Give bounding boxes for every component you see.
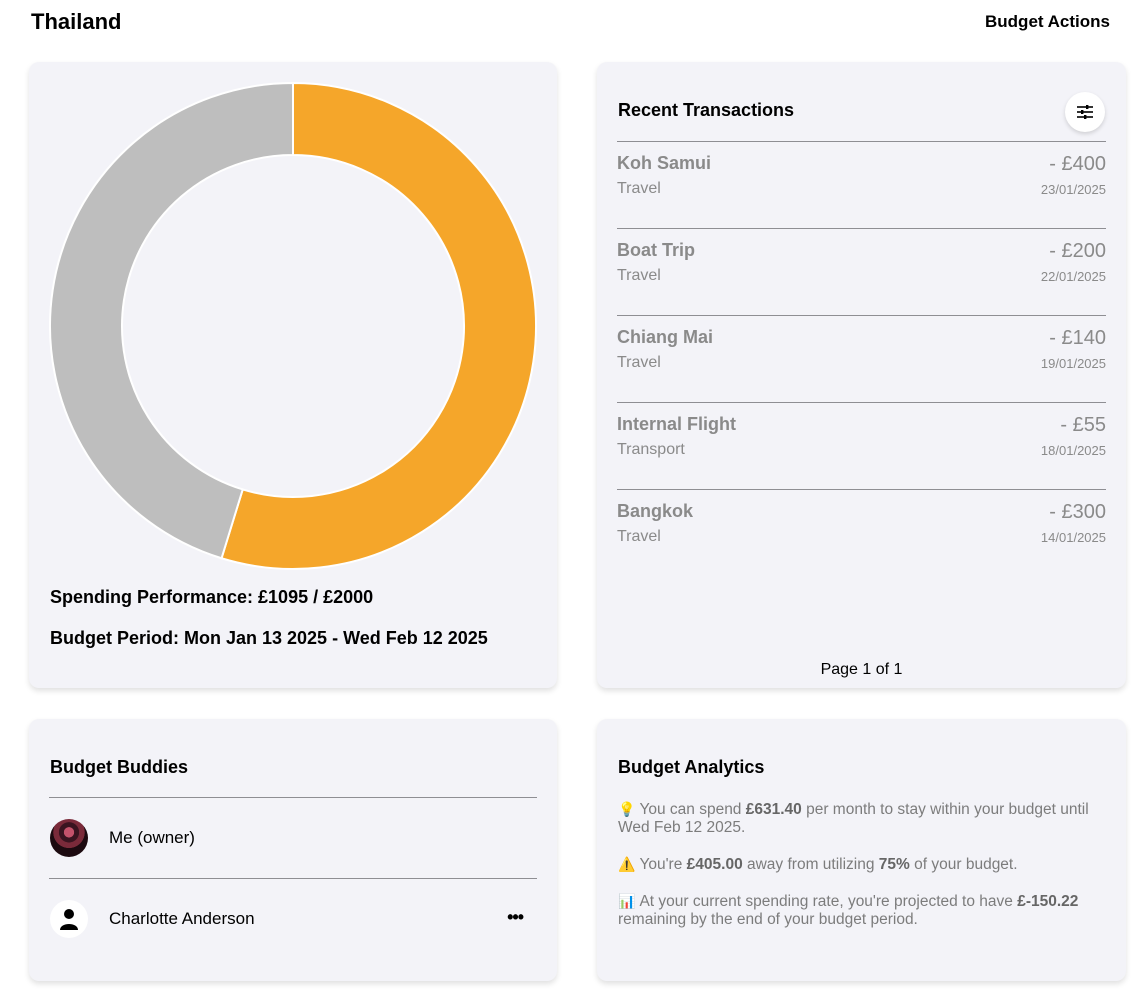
spending-card: Spending Performance: £1095 / £2000 Budg… (29, 62, 557, 688)
spending-donut-chart (49, 82, 537, 570)
transaction-name: Koh Samui (617, 153, 712, 173)
transaction-amount: - £200 (1049, 240, 1106, 262)
transaction-amount: - £55 (1060, 414, 1106, 436)
transaction-amount: - £400 (1049, 153, 1106, 175)
transaction-category: Travel (617, 354, 661, 371)
transaction-name: Chiang Mai (617, 327, 714, 347)
warning-icon: ⚠️ (618, 856, 636, 872)
buddies-card: Budget Buddies Me (owner) Charlotte Ande… (29, 719, 557, 981)
transaction-category: Travel (617, 180, 661, 197)
transaction-name: Bangkok (617, 501, 694, 521)
transaction-row[interactable]: Chiang Mai Travel - £140 19/01/2025 (617, 315, 1106, 402)
transaction-category: Travel (617, 267, 661, 284)
transactions-title: Recent Transactions (618, 100, 795, 120)
pagination-label: Page 1 of 1 (820, 661, 903, 678)
transaction-row[interactable]: Koh Samui Travel - £400 23/01/2025 (617, 141, 1106, 228)
analytics-title: Budget Analytics (618, 757, 765, 777)
buddies-title: Budget Buddies (50, 757, 188, 777)
transaction-date: 22/01/2025 (1040, 269, 1106, 284)
person-icon (60, 909, 78, 930)
transaction-amount: - £140 (1049, 327, 1106, 349)
buddy-row[interactable]: Charlotte Anderson ••• (49, 878, 537, 959)
remaining-slice[interactable] (49, 82, 294, 560)
transaction-date: 18/01/2025 (1040, 443, 1106, 458)
spending-performance: Spending Performance: £1095 / £2000 (50, 587, 374, 607)
transaction-row[interactable]: Internal Flight Transport - £55 18/01/20… (617, 402, 1106, 489)
avatar (50, 819, 88, 857)
budget-actions-button[interactable]: Budget Actions (985, 12, 1110, 32)
transaction-list: Koh Samui Travel - £400 23/01/2025 Boat … (617, 141, 1106, 576)
buddy-list: Me (owner) Charlotte Anderson ••• (49, 797, 537, 959)
transaction-date: 23/01/2025 (1040, 182, 1106, 197)
page-title: Thailand (31, 9, 122, 34)
transaction-row[interactable]: Boat Trip Travel - £200 22/01/2025 (617, 228, 1106, 315)
analytics-card: Budget Analytics 💡 You can spend £631.40 … (597, 719, 1126, 981)
transactions-card: Recent Transactions Koh Samui Travel - £… (597, 62, 1126, 688)
more-options-button[interactable]: ••• (507, 907, 524, 928)
avatar (50, 900, 88, 938)
transaction-date: 14/01/2025 (1040, 530, 1106, 545)
analytics-item: 📊 At your current spending rate, you're p… (618, 893, 1079, 928)
buddy-row[interactable]: Me (owner) (49, 797, 537, 878)
analytics-item: ⚠️ You're £405.00 away from utilizing 75%… (618, 856, 1018, 873)
sliders-icon (1077, 105, 1093, 119)
transaction-name: Boat Trip (617, 240, 696, 260)
analytics-item: 💡 You can spend £631.40 per month to stay… (618, 801, 1089, 836)
transaction-date: 19/01/2025 (1040, 356, 1106, 371)
transaction-category: Travel (617, 528, 661, 545)
lightbulb-icon: 💡 (618, 801, 636, 817)
transaction-row[interactable]: Bangkok Travel - £300 14/01/2025 (617, 489, 1106, 576)
buddy-name: Charlotte Anderson (109, 909, 255, 928)
buddy-name: Me (owner) (109, 828, 195, 847)
budget-period: Budget Period: Mon Jan 13 2025 - Wed Feb… (50, 628, 488, 648)
bar-chart-icon: 📊 (618, 893, 636, 909)
transaction-category: Transport (617, 441, 685, 458)
analytics-list: 💡 You can spend £631.40 per month to stay… (618, 800, 1108, 947)
filter-button[interactable] (1065, 92, 1105, 132)
transaction-amount: - £300 (1049, 501, 1106, 523)
transaction-name: Internal Flight (617, 414, 736, 434)
